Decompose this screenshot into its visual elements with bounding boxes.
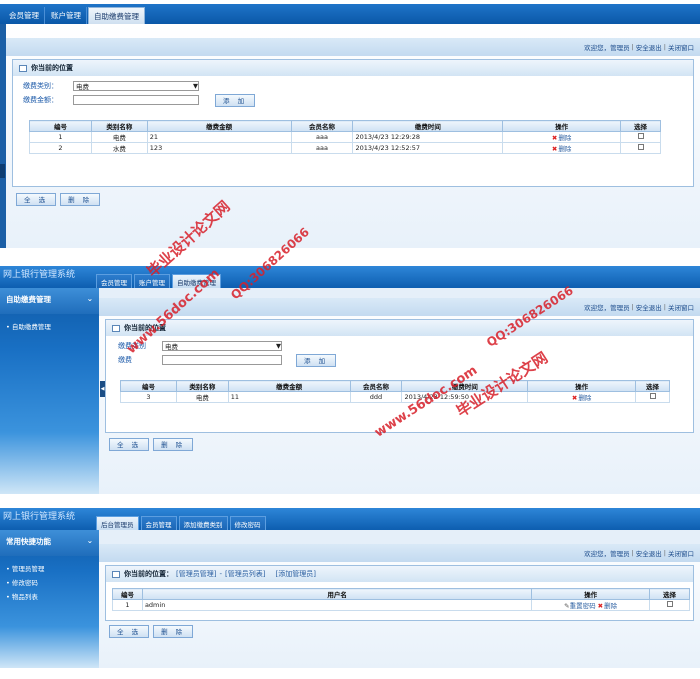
delete-link[interactable]: ✖删除 bbox=[598, 602, 617, 610]
logout-link[interactable]: 安全退出 bbox=[636, 548, 662, 558]
reset-password-link[interactable]: ✎重置密码 bbox=[564, 602, 595, 610]
sidebar-item-goods[interactable]: • 物品列表 bbox=[0, 589, 99, 603]
tab-admin[interactable]: 后台管理员 bbox=[96, 516, 139, 530]
add-button[interactable]: 添 加 bbox=[296, 353, 337, 367]
breadcrumb-admin[interactable]: [管理员管理] bbox=[176, 569, 216, 579]
system-title: 网上银行管理系统 bbox=[3, 269, 76, 280]
delete-icon: ✖ bbox=[551, 134, 558, 142]
location-box: 你当前的位置： [管理员管理] - [管理员列表] [添加管理员] 编号 用户名… bbox=[105, 565, 694, 621]
table-row: 1 admin ✎重置密码 ✖删除 bbox=[112, 599, 690, 611]
tab-account[interactable]: 账户管理 bbox=[46, 7, 87, 24]
chevron-down-icon: ⌄ bbox=[86, 294, 93, 303]
payment-table: 编号 类别名称 缴费金额 会员名称 缴费时间 操作 选择 3 电费 11 ddd… bbox=[120, 380, 670, 403]
table-row: 1 电费 21 aaa 2013/4/23 12:29:28 ✖删除 bbox=[29, 131, 661, 143]
collapse-handle[interactable] bbox=[0, 164, 5, 178]
delete-button[interactable]: 删 除 bbox=[153, 625, 194, 638]
window-icon bbox=[19, 64, 27, 72]
row-checkbox[interactable] bbox=[649, 393, 656, 399]
delete-button[interactable]: 删 除 bbox=[153, 438, 194, 451]
window-icon bbox=[112, 324, 120, 332]
tab-member[interactable]: 会员管理 bbox=[140, 516, 177, 530]
delete-link[interactable]: ✖删除 bbox=[572, 394, 591, 402]
delete-link[interactable]: ✖删除 bbox=[552, 134, 571, 142]
chevron-down-icon: ▼ bbox=[193, 82, 198, 90]
amount-label: 缴费金额： bbox=[23, 96, 58, 104]
tab-account[interactable]: 账户管理 bbox=[134, 274, 170, 288]
user-bar: 欢迎您，管理员 | 安全退出 | 关闭窗口 bbox=[99, 298, 700, 316]
close-window-link[interactable]: 关闭窗口 bbox=[668, 548, 694, 558]
sidebar-title: 自助缴费管理 ⌄ bbox=[0, 288, 99, 314]
payment-table: 编号 类别名称 缴费金额 会员名称 缴费时间 操作 选择 1 电费 21 aaa… bbox=[29, 120, 661, 154]
tab-self-payment[interactable]: 自助缴费管理 bbox=[172, 274, 221, 288]
select-all-button[interactable]: 全 选 bbox=[109, 438, 150, 451]
location-title: 你当前的位置 bbox=[13, 60, 693, 76]
sidebar-item-admin[interactable]: • 管理员管理 bbox=[0, 561, 99, 575]
add-button[interactable]: 添 加 bbox=[215, 93, 256, 107]
tab-add-payment-type[interactable]: 添加缴费类别 bbox=[178, 516, 228, 530]
panel-payment-list-2: 网上银行管理系统 会员管理 账户管理 自助缴费管理 自助缴费管理 ⌄ • 自助缴费… bbox=[0, 266, 700, 494]
tab-member[interactable]: 会员管理 bbox=[4, 7, 45, 24]
top-bar: 网上银行管理系统 会员管理 账户管理 自助缴费管理 bbox=[0, 266, 700, 288]
row-checkbox[interactable] bbox=[666, 601, 673, 607]
tab-self-payment[interactable]: 自助缴费管理 bbox=[88, 7, 145, 24]
sidebar: 常用快捷功能 ⌄ • 管理员管理 • 修改密码 • 物品列表 bbox=[0, 530, 99, 668]
collapse-handle[interactable]: ◀ bbox=[100, 380, 105, 397]
select-all-button[interactable]: 全 选 bbox=[109, 625, 150, 638]
table-row: 2 水费 123 aaa 2013/4/23 12:52:57 ✖删除 bbox=[29, 142, 661, 154]
tab-change-password[interactable]: 修改密码 bbox=[229, 516, 266, 530]
amount-input[interactable] bbox=[162, 355, 282, 365]
system-title: 网上银行管理系统 bbox=[3, 511, 76, 522]
tab-member[interactable]: 会员管理 bbox=[96, 274, 132, 288]
location-box: 你当前的位置 缴费类别： 电费 ▼ 缴费金额： 添 加 编号 类别名称 缴费金额… bbox=[12, 59, 694, 187]
panel-admin-list: 网上银行管理系统 后台管理员 会员管理 添加缴费类别 修改密码 常用快捷功能 ⌄ … bbox=[0, 508, 700, 668]
breadcrumb-admin-list[interactable]: [管理员列表] bbox=[225, 569, 265, 579]
logout-link[interactable]: 安全退出 bbox=[636, 302, 662, 312]
welcome-text: 欢迎您，管理员 bbox=[584, 44, 630, 52]
select-all-button[interactable]: 全 选 bbox=[16, 193, 57, 206]
panel-payment-list-1: 会员管理 账户管理 自助缴费管理 欢迎您，管理员 | 安全退出 | 关闭窗口 你当前… bbox=[0, 4, 700, 248]
top-bar: 网上银行管理系统 后台管理员 会员管理 添加缴费类别 修改密码 bbox=[0, 508, 700, 530]
delete-icon: ✖ bbox=[551, 145, 558, 153]
type-label: 缴费类别： bbox=[23, 82, 58, 90]
sidebar-title: 常用快捷功能 ⌄ bbox=[0, 530, 99, 556]
sidebar-edge bbox=[0, 24, 6, 248]
close-window-link[interactable]: 关闭窗口 bbox=[668, 42, 694, 52]
chevron-down-icon: ⌄ bbox=[86, 536, 93, 545]
sidebar-item-self-payment[interactable]: • 自助缴费管理 bbox=[0, 319, 99, 333]
delete-icon: ✖ bbox=[571, 394, 578, 402]
add-admin-link[interactable]: [添加管理员] bbox=[275, 569, 315, 579]
logout-link[interactable]: 安全退出 bbox=[636, 42, 662, 52]
row-checkbox[interactable] bbox=[637, 133, 644, 139]
table-row: 3 电费 11 ddd 2013/4/23 12:59:50 ✖删除 bbox=[120, 391, 670, 403]
payment-form: 缴费类别 电费 ▼ 缴费 添 加 bbox=[106, 336, 693, 370]
type-select[interactable]: 电费 ▼ bbox=[73, 81, 199, 91]
delete-button[interactable]: 删 除 bbox=[60, 193, 101, 206]
window-icon bbox=[112, 570, 120, 578]
sidebar-item-password[interactable]: • 修改密码 bbox=[0, 575, 99, 589]
payment-form: 缴费类别： 电费 ▼ 缴费金额： 添 加 bbox=[13, 76, 693, 110]
delete-icon: ✖ bbox=[597, 602, 604, 610]
top-nav: 会员管理 账户管理 自助缴费管理 bbox=[0, 4, 700, 24]
type-select[interactable]: 电费 ▼ bbox=[162, 341, 282, 351]
chevron-down-icon: ▼ bbox=[276, 342, 281, 350]
user-bar: 欢迎您，管理员 | 安全退出 | 关闭窗口 bbox=[99, 544, 700, 562]
row-checkbox[interactable] bbox=[637, 144, 644, 150]
close-window-link[interactable]: 关闭窗口 bbox=[668, 302, 694, 312]
sidebar: 自助缴费管理 ⌄ • 自助缴费管理 ◀ bbox=[0, 288, 105, 494]
admin-table: 编号 用户名 操作 选择 1 admin ✎重置密码 ✖删除 bbox=[112, 588, 690, 611]
amount-input[interactable] bbox=[73, 95, 199, 105]
location-box: 你当前的位置 缴费类别 电费 ▼ 缴费 添 加 编号 类别名称 缴费金额 会员名… bbox=[105, 319, 694, 433]
user-bar: 欢迎您，管理员 | 安全退出 | 关闭窗口 bbox=[6, 38, 700, 56]
delete-link[interactable]: ✖删除 bbox=[552, 145, 571, 153]
